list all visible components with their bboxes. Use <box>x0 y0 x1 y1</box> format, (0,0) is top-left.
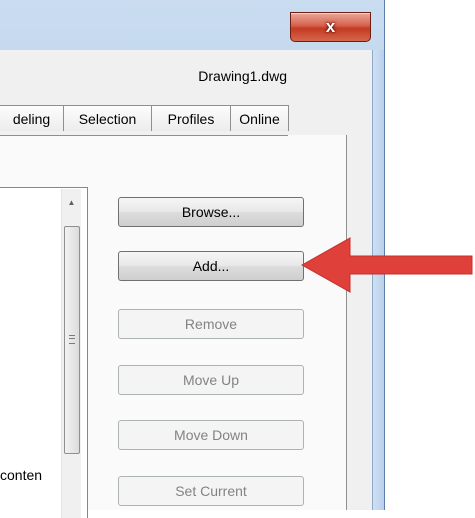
tab-selection[interactable]: Selection <box>63 105 152 131</box>
current-drawing-label: Drawing1.dwg <box>198 68 287 84</box>
scroll-up-icon[interactable]: ▲ <box>62 192 81 214</box>
red-arrow-icon <box>300 237 473 293</box>
close-icon: x <box>325 17 336 36</box>
remove-button[interactable]: Remove <box>118 309 304 339</box>
close-button[interactable]: x <box>290 12 371 42</box>
tab-online[interactable]: Online <box>230 105 289 131</box>
move-down-button[interactable]: Move Down <box>118 420 304 450</box>
tab-3d-modeling[interactable]: deling <box>0 105 64 131</box>
grip-icon <box>69 335 75 344</box>
tab-profiles[interactable]: Profiles <box>151 105 231 131</box>
list-item[interactable]: conten <box>0 467 69 483</box>
add-button[interactable]: Add... <box>118 251 304 281</box>
vertical-scrollbar[interactable]: ▲ <box>61 189 81 518</box>
set-current-button[interactable]: Set Current <box>118 476 304 506</box>
move-up-button[interactable]: Move Up <box>118 365 304 395</box>
scroll-thumb[interactable] <box>64 226 80 454</box>
browse-button[interactable]: Browse... <box>118 197 304 227</box>
search-path-list[interactable]: conten ▲ <box>0 187 88 518</box>
tab-strip-line <box>0 135 288 136</box>
